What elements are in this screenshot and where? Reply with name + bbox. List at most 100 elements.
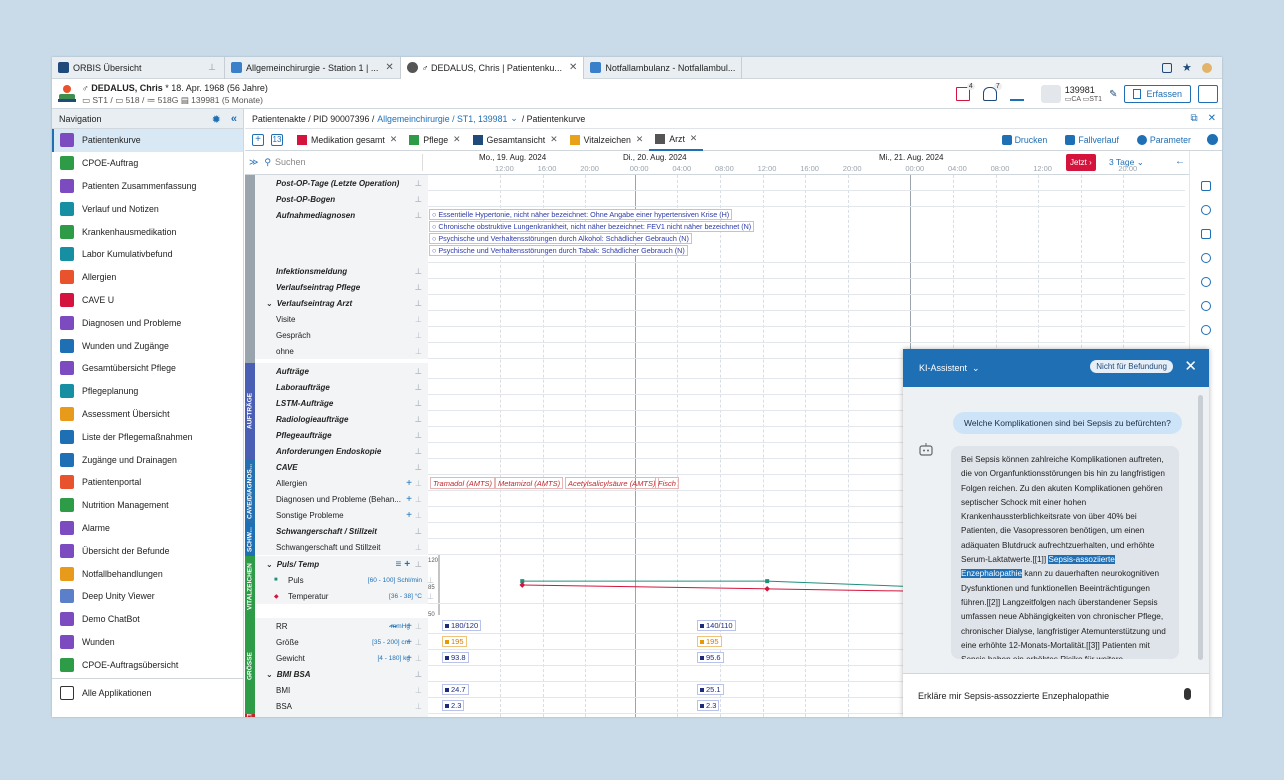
chevron-down-icon[interactable]: ⌄ [266,299,273,308]
nav-item[interactable]: Notfallbehandlungen [52,562,243,585]
allergy-chip[interactable]: Metamizol (AMTS) [495,477,564,489]
pin-icon[interactable]: ⊥ [415,543,422,552]
view-tab[interactable]: Arzt ✕ [649,129,704,151]
pin-icon[interactable]: ⊥ [415,463,422,472]
compass-icon[interactable] [1201,253,1211,263]
chevron-down-icon[interactable]: ⌄ [266,560,273,569]
vital-value[interactable]: 95.6 [697,652,724,663]
nav-item[interactable]: Wunden [52,631,243,654]
nav-item[interactable]: Pflegeplanung [52,380,243,403]
tab-station[interactable]: Allgemeinchirurgie - Station 1 | ... ✕ [225,57,401,79]
allergy-chip[interactable]: Fisch [655,477,679,489]
expand-icon[interactable]: ≫ [249,157,258,167]
tab-notfall[interactable]: Notfallambulanz - Notfallambul... [584,57,743,79]
search-input[interactable]: ≫ ⚲ Suchen [249,157,306,168]
count-icon[interactable]: 13 [271,133,283,146]
nav-item[interactable]: Assessment Übersicht [52,403,243,426]
pin-icon[interactable]: ⊥ [415,283,422,292]
view-tab[interactable]: Pflege ✕ [403,129,466,151]
pin-icon[interactable]: ⊥ [415,399,422,408]
diagnosis-chip[interactable]: ○ Psychische und Verhaltensstörungen durc… [429,233,692,244]
edit-icon[interactable]: ✎ [1109,89,1117,100]
print-button[interactable]: Drucken [1001,134,1047,145]
add-icon[interactable]: + [406,621,412,632]
pin-icon[interactable]: ⊥ [415,415,422,424]
pin-icon[interactable]: ⊥ [415,331,422,340]
nav-item[interactable]: Patienten Zusammenfassung [52,175,243,198]
nav-item[interactable]: Liste der Pflegemaßnahmen [52,425,243,448]
nav-item[interactable]: Patientenkurve [52,129,243,152]
now-button[interactable]: Jetzt › [1066,154,1096,171]
user-icon[interactable] [1202,62,1212,73]
nav-item[interactable]: Verlauf und Notizen [52,197,243,220]
collapse-icon[interactable]: « [231,113,237,126]
fallverlauf-button[interactable]: Fallverlauf [1065,134,1119,145]
pin-icon[interactable]: ⊥ [415,654,422,663]
chat-input[interactable]: Erkläre mir Sepsis-assozzierte Enzephalo… [903,673,1209,717]
vital-value[interactable]: 24.7 [442,684,469,695]
tool-icon[interactable] [1201,181,1211,191]
pin-icon[interactable]: ⊥ [415,383,422,392]
help-icon[interactable] [1207,134,1218,145]
close-icon[interactable]: ✕ [1184,357,1197,375]
vital-value[interactable]: 195 [697,636,722,647]
pin-icon[interactable]: ⊥ [415,195,422,204]
star-icon[interactable]: ★ [1182,62,1192,73]
pin-icon[interactable]: ⊥ [415,495,422,504]
swap-icon[interactable] [1198,85,1218,103]
pin-icon[interactable]: ⊥ [208,62,216,73]
vital-value[interactable]: 25.1 [697,684,724,695]
chevron-down-icon[interactable]: ⌄ [510,113,517,124]
vital-value[interactable]: 2.3 [697,700,720,711]
pin-icon[interactable]: ⊥ [415,686,422,695]
close-icon[interactable]: ✕ [385,62,393,73]
nav-item[interactable]: CAVE U [52,289,243,312]
close-icon[interactable]: ✕ [569,62,577,73]
case-id[interactable]: 139981 ▭CA ▭ST1 [1040,85,1102,103]
erfassen-button[interactable]: Erfassen [1124,85,1191,103]
popout-icon[interactable]: ⧉ [1190,113,1197,124]
pin-icon[interactable]: ⊥ [415,211,422,220]
close-icon[interactable]: ✕ [1208,113,1216,124]
close-icon[interactable]: ✕ [390,134,397,145]
nav-item[interactable]: Alarme [52,517,243,540]
pin-icon[interactable]: ⊥ [415,622,422,631]
pin-icon[interactable]: ⊥ [415,702,422,711]
bell-icon[interactable]: 7 [982,83,1002,101]
nav-item[interactable]: Übersicht der Befunde [52,539,243,562]
zoom-out-icon[interactable] [1201,325,1211,335]
vital-value[interactable]: 195 [442,636,467,647]
pin-icon[interactable]: ⊥ [415,267,422,276]
pin-icon[interactable]: ⊥ [415,299,422,308]
close-icon[interactable]: ✕ [690,133,697,144]
pin-icon[interactable]: ⊥ [415,560,422,569]
pin-icon[interactable]: ⊥ [415,431,422,440]
refresh-icon[interactable] [1201,205,1211,215]
view-tab[interactable]: Vitalzeichen ✕ [564,129,650,151]
nav-item[interactable]: CPOE-Auftragsübersicht [52,653,243,676]
add-view-icon[interactable]: + [252,133,264,146]
nav-item[interactable]: Zugänge und Drainagen [52,448,243,471]
add-icon[interactable]: ≡ + [396,559,410,570]
close-icon[interactable]: ✕ [636,134,643,145]
zoom-in-icon[interactable] [1201,301,1211,311]
pin-icon[interactable]: ⊥ [415,511,422,520]
breadcrumb-root[interactable]: Patientenakte / PID 90007396 / [252,114,374,124]
scrollbar[interactable] [1198,395,1203,660]
gear-icon[interactable]: ✹ + [393,717,408,718]
close-icon[interactable]: ✕ [453,134,460,145]
vital-value[interactable]: 93.8 [442,652,469,663]
diagnosis-chip[interactable]: ○ Essentielle Hypertonie, nicht näher bez… [429,209,733,220]
nav-item[interactable]: CPOE-Auftrag [52,152,243,175]
bed-icon[interactable] [1009,87,1024,101]
window-icon[interactable] [1162,62,1172,73]
breadcrumb-station[interactable]: Allgemeinchirurgie / ST1, 139981 [377,114,507,124]
calendar-icon[interactable] [1201,229,1211,239]
range-select[interactable]: 3 Tage ⌄ [1109,157,1144,168]
nav-item[interactable]: Allergien [52,266,243,289]
add-icon[interactable]: + [406,494,412,505]
parameter-button[interactable]: Parameter [1136,134,1191,145]
vital-value[interactable]: 180/120 [442,620,482,631]
pen-icon[interactable] [1201,277,1211,287]
pin-icon[interactable]: ⊥ [415,670,422,679]
